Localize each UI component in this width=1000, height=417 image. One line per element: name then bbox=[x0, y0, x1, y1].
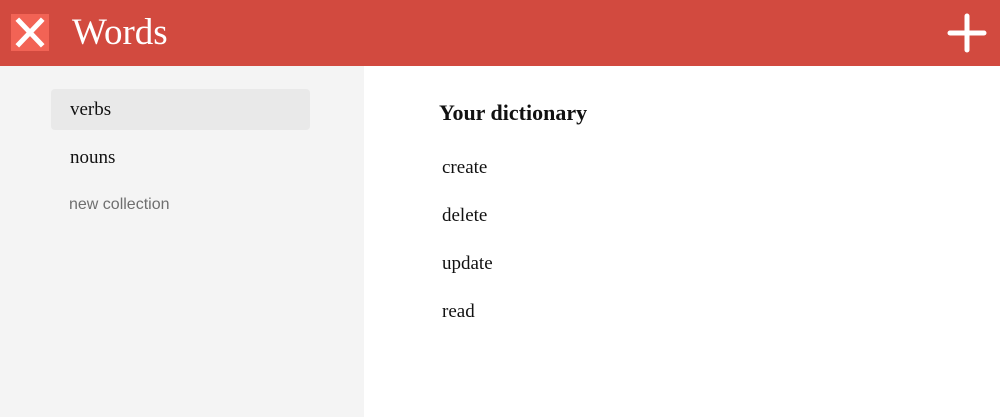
app-title: Words bbox=[72, 12, 168, 53]
word-item-create[interactable]: create bbox=[442, 157, 487, 179]
app-header: Words bbox=[0, 0, 1000, 66]
add-word-button[interactable] bbox=[946, 12, 988, 54]
word-item-read[interactable]: read bbox=[442, 301, 475, 323]
collection-item-verbs[interactable]: verbs bbox=[51, 89, 310, 130]
close-icon bbox=[15, 17, 45, 48]
word-item-update[interactable]: update bbox=[442, 253, 493, 275]
plus-icon bbox=[947, 13, 987, 53]
collections-sidebar: verbs nouns new collection bbox=[0, 66, 364, 417]
new-collection-button[interactable]: new collection bbox=[69, 195, 170, 215]
close-button[interactable] bbox=[11, 14, 49, 51]
dictionary-title: Your dictionary bbox=[439, 100, 588, 125]
word-item-delete[interactable]: delete bbox=[442, 205, 487, 227]
collection-item-nouns[interactable]: nouns bbox=[51, 137, 310, 178]
dictionary-panel: Your dictionary create delete update rea… bbox=[364, 66, 1000, 417]
